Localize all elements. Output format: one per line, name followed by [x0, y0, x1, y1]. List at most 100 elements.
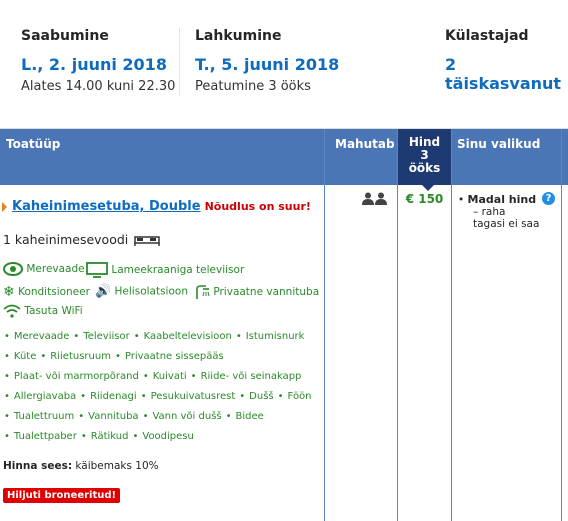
bullet-icon: •: [4, 411, 10, 422]
amenity-item: Vann või dušš: [152, 411, 222, 422]
feature-flat-tv: Lameekraaniga televiisor: [86, 262, 244, 278]
amenity-row: • Tualettpaber • Rätikud • Voodipesu: [4, 431, 198, 442]
help-icon[interactable]: ?: [542, 192, 555, 205]
included-label: Hinna sees:: [3, 460, 73, 472]
amenity-item: Pesukuivatusrest: [150, 391, 236, 402]
feature-private-bath: Privaatne vannituba: [194, 284, 319, 300]
bullet-icon: •: [277, 391, 284, 402]
choice-title: Madal hind: [467, 193, 537, 206]
checkout-label: Lahkumine: [195, 28, 282, 44]
checkin-label: Saabumine: [21, 28, 109, 44]
bullet-icon: •: [80, 431, 87, 442]
bullet-icon: •: [40, 351, 47, 362]
header-sleeps: Mahutab: [329, 129, 398, 185]
feature-aircon: ❄ Konditsioneer: [3, 284, 90, 300]
col-divider-2: [397, 129, 398, 521]
bullet-icon: •: [142, 411, 149, 422]
guests-label: Külastajad: [445, 28, 529, 44]
col-divider-3: [451, 129, 452, 521]
col-divider-1: [324, 129, 325, 521]
bullet-icon: •: [132, 431, 139, 442]
guests-block: Külastajad 2 täiskasvanut: [445, 28, 568, 93]
booking-summary: Saabumine L., 2. juuni 2018 Alates 14.00…: [0, 0, 568, 129]
feature-label: Tasuta WiFi: [24, 305, 83, 317]
price-header-pointer: [421, 184, 435, 191]
amenity-item: Riidenagi: [90, 391, 137, 402]
header-price: Hind 3 ööks: [398, 129, 451, 185]
two-persons-icon: [362, 192, 387, 205]
double-bed-icon: [134, 235, 160, 246]
amenity-item: Dušš: [249, 391, 274, 402]
snowflake-icon: ❄: [3, 284, 15, 300]
feature-label: Lameekraaniga televiisor: [111, 264, 245, 276]
amenity-item: Televiisor: [83, 331, 130, 342]
bullet-icon: •: [225, 411, 232, 422]
checkin-hours: Alates 14.00 kuni 22.30: [21, 79, 176, 94]
stay-length: Peatumine 3 ööks: [195, 79, 311, 94]
header-extra: [561, 129, 568, 185]
feature-sea-view: Merevaade: [3, 262, 85, 276]
header-sleeps-label: Mahutab: [335, 137, 395, 151]
choice-line-2: tagasi ei saa: [473, 218, 540, 230]
bullet-icon: •: [4, 391, 10, 402]
included-value: käibemaks 10%: [75, 460, 159, 472]
checkout-block: Lahkumine T., 5. juuni 2018 Peatumine 3 …: [195, 28, 339, 94]
amenity-item: Riide- või seinakapp: [200, 371, 302, 382]
bed-label: 1 kaheinimesevoodi: [3, 232, 129, 247]
col-divider-4: [561, 129, 562, 521]
checkin-date[interactable]: L., 2. juuni 2018: [21, 55, 175, 74]
feature-label: Merevaade: [26, 263, 85, 275]
feature-label: Konditsioneer: [18, 286, 90, 298]
room-name-link[interactable]: Kaheinimesetuba, Double: [12, 199, 201, 214]
header-choices: Sinu valikud: [451, 129, 561, 185]
amenity-item: Plaat- või marmorpõrand: [13, 371, 139, 382]
speaker-icon: 🔊: [95, 284, 112, 299]
bullet-icon: •: [78, 411, 85, 422]
eye-icon: [3, 262, 23, 276]
bullet-icon: •: [80, 391, 87, 402]
amenity-row: • Tualettruum • Vannituba • Vann või dušš • Bid…: [4, 411, 268, 422]
amenity-row: • Küte • Riietusruum • Privaatne sissepääs: [4, 351, 228, 362]
amenity-item: Privaatne sissepääs: [124, 351, 224, 362]
amenity-item: Voodipesu: [142, 431, 194, 442]
amenity-item: Kaabeltelevisioon: [143, 331, 232, 342]
header-room-type: Toatüüp: [0, 129, 329, 185]
bullet-icon: •: [4, 371, 10, 382]
feature-soundproof: 🔊 Helisolatsioon: [95, 284, 188, 299]
amenity-item: Vannituba: [88, 411, 139, 422]
checkout-date[interactable]: T., 5. juuni 2018: [195, 55, 339, 74]
amenity-row: • Plaat- või marmorpõrand • Kuivati • Riide- …: [4, 371, 305, 382]
header-choices-label: Sinu valikud: [457, 137, 541, 151]
bullet-icon: •: [190, 371, 197, 382]
amenity-item: Rätikud: [90, 431, 129, 442]
wifi-icon: [3, 304, 21, 318]
amenity-item: Allergiavaba: [13, 391, 77, 402]
bullet-icon: •: [133, 331, 140, 342]
bullet-icon: •: [140, 391, 147, 402]
feature-label: Helisolatsioon: [114, 285, 188, 298]
bullet-icon: •: [235, 331, 242, 342]
room-title: Kaheinimesetuba, Double Nõudlus on suur!: [2, 199, 311, 214]
tv-icon: [86, 262, 108, 278]
bullet-icon: •: [239, 391, 246, 402]
amenity-row: • Merevaade • Televiisor • Kaabeltelevisioon •…: [4, 331, 308, 342]
amenity-item: Bidee: [235, 411, 264, 422]
header-room-type-label: Toatüüp: [6, 137, 61, 151]
amenity-row: • Allergiavaba • Riidenagi • Pesukuivatusrest…: [4, 391, 316, 402]
amenity-item: Tualettruum: [13, 411, 75, 422]
summary-divider: [179, 28, 180, 96]
guests-value[interactable]: 2 täiskasvanut: [445, 55, 568, 93]
bullet-icon: •: [142, 371, 149, 382]
recently-booked-badge: Hiljuti broneeritud!: [3, 488, 121, 503]
bullet-icon: •: [4, 331, 10, 342]
bullet-icon: •: [4, 351, 10, 362]
feature-wifi: Tasuta WiFi: [3, 304, 83, 318]
checkin-block: Saabumine L., 2. juuni 2018 Alates 14.00…: [21, 28, 175, 94]
bullet-icon: •: [114, 351, 121, 362]
header-price-unit: ööks: [408, 161, 441, 175]
amenity-item: Merevaade: [13, 331, 70, 342]
amenity-item: Istumisnurk: [245, 331, 305, 342]
amenity-item: Föön: [287, 391, 312, 402]
demand-badge: Nõudlus on suur!: [204, 200, 311, 213]
choice-line-1: – raha: [473, 206, 506, 218]
